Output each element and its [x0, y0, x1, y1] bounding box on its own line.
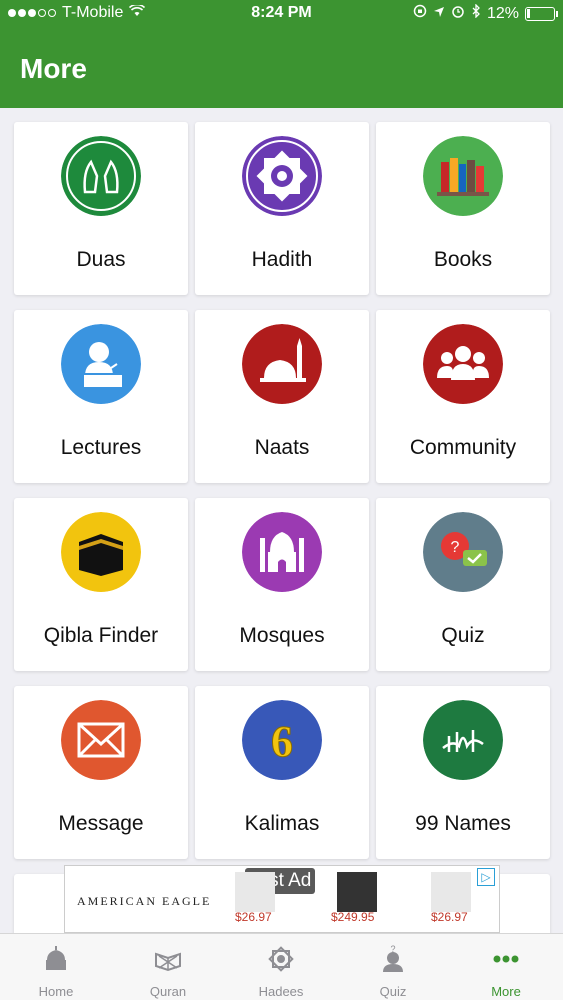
tile-label: Hadith [251, 248, 313, 271]
hadith-icon [242, 136, 322, 216]
tile-label: Books [433, 248, 493, 271]
tile-label: Mosques [239, 624, 325, 647]
lectures-icon [61, 324, 141, 404]
tab-quiz[interactable]: ? Quiz [337, 934, 449, 1000]
feature-grid: Duas Hadith Books Lectures Naats Communi… [0, 108, 563, 933]
tile-label: Duas [76, 248, 126, 271]
rotation-lock-icon [413, 4, 427, 23]
location-icon [433, 5, 445, 23]
tab-home[interactable]: Home [0, 934, 112, 1000]
tile-books[interactable]: Books [376, 122, 550, 295]
kalimas-digit: 6 [271, 717, 293, 766]
ad-product-image [235, 872, 275, 912]
tile-label: Lectures [60, 436, 142, 459]
ad-product-image [337, 872, 377, 912]
duas-icon [61, 136, 141, 216]
tab-label: Quiz [379, 984, 407, 999]
ad-choices-icon[interactable]: ▷ [477, 868, 495, 886]
tile-lectures[interactable]: Lectures [14, 310, 188, 483]
hadees-icon [266, 944, 296, 974]
books-icon [423, 136, 503, 216]
ad-banner[interactable]: AMERICAN EAGLE Test Ad $26.97 $249.95 $2… [64, 865, 500, 933]
tile-community[interactable]: Community [376, 310, 550, 483]
tile-quiz[interactable]: ? Quiz [376, 498, 550, 671]
tab-label: Home [38, 984, 74, 999]
kalimas-icon: 6 [242, 700, 322, 780]
page-title: More [20, 53, 87, 84]
home-icon [41, 944, 71, 974]
tile-99-names[interactable]: 99 Names [376, 686, 550, 859]
tile-kalimas[interactable]: 6 Kalimas [195, 686, 369, 859]
tab-quran[interactable]: Quran [112, 934, 224, 1000]
kaaba-icon [61, 512, 141, 592]
naats-icon [242, 324, 322, 404]
svg-text:?: ? [390, 944, 395, 954]
svg-text:?: ? [451, 539, 460, 556]
quiz-tab-icon: ? [378, 944, 408, 974]
tile-label: Qibla Finder [43, 624, 159, 647]
tab-label: Quran [149, 984, 187, 999]
ad-price: $249.95 [331, 910, 375, 924]
tile-naats[interactable]: Naats [195, 310, 369, 483]
allah-names-icon [423, 700, 503, 780]
tile-label: Kalimas [244, 812, 320, 835]
tab-more[interactable]: More [450, 934, 562, 1000]
quiz-icon: ? [423, 512, 503, 592]
tile-label: Community [409, 436, 517, 459]
tile-message[interactable]: Message [14, 686, 188, 859]
status-bar: T-Mobile 8:24 PM 12% [0, 0, 563, 28]
tile-label: 99 Names [415, 812, 511, 835]
tab-bar: Home Quran Hadees ? Quiz More [0, 933, 563, 1000]
alarm-icon [451, 4, 465, 23]
battery-icon [525, 6, 558, 21]
battery-percent: 12% [486, 4, 519, 22]
tab-label: Hadees [258, 984, 304, 999]
tile-hadith[interactable]: Hadith [195, 122, 369, 295]
tile-label: Naats [254, 436, 310, 459]
navigation-bar: More [0, 28, 563, 108]
bluetooth-icon [471, 3, 481, 23]
ad-product-image [431, 872, 471, 912]
mosque-icon [242, 512, 322, 592]
quran-icon [153, 944, 183, 974]
more-icon [491, 944, 521, 974]
tile-qibla-finder[interactable]: Qibla Finder [14, 498, 188, 671]
message-icon [61, 700, 141, 780]
tile-duas[interactable]: Duas [14, 122, 188, 295]
ad-brand: AMERICAN EAGLE [77, 894, 212, 908]
tile-mosques[interactable]: Mosques [195, 498, 369, 671]
tile-label: Quiz [441, 624, 485, 647]
tab-hadees[interactable]: Hadees [225, 934, 337, 1000]
community-icon [423, 324, 503, 404]
ad-price: $26.97 [235, 910, 272, 924]
tile-label: Message [58, 812, 144, 835]
tab-label: More [491, 984, 521, 999]
ad-price: $26.97 [431, 910, 468, 924]
